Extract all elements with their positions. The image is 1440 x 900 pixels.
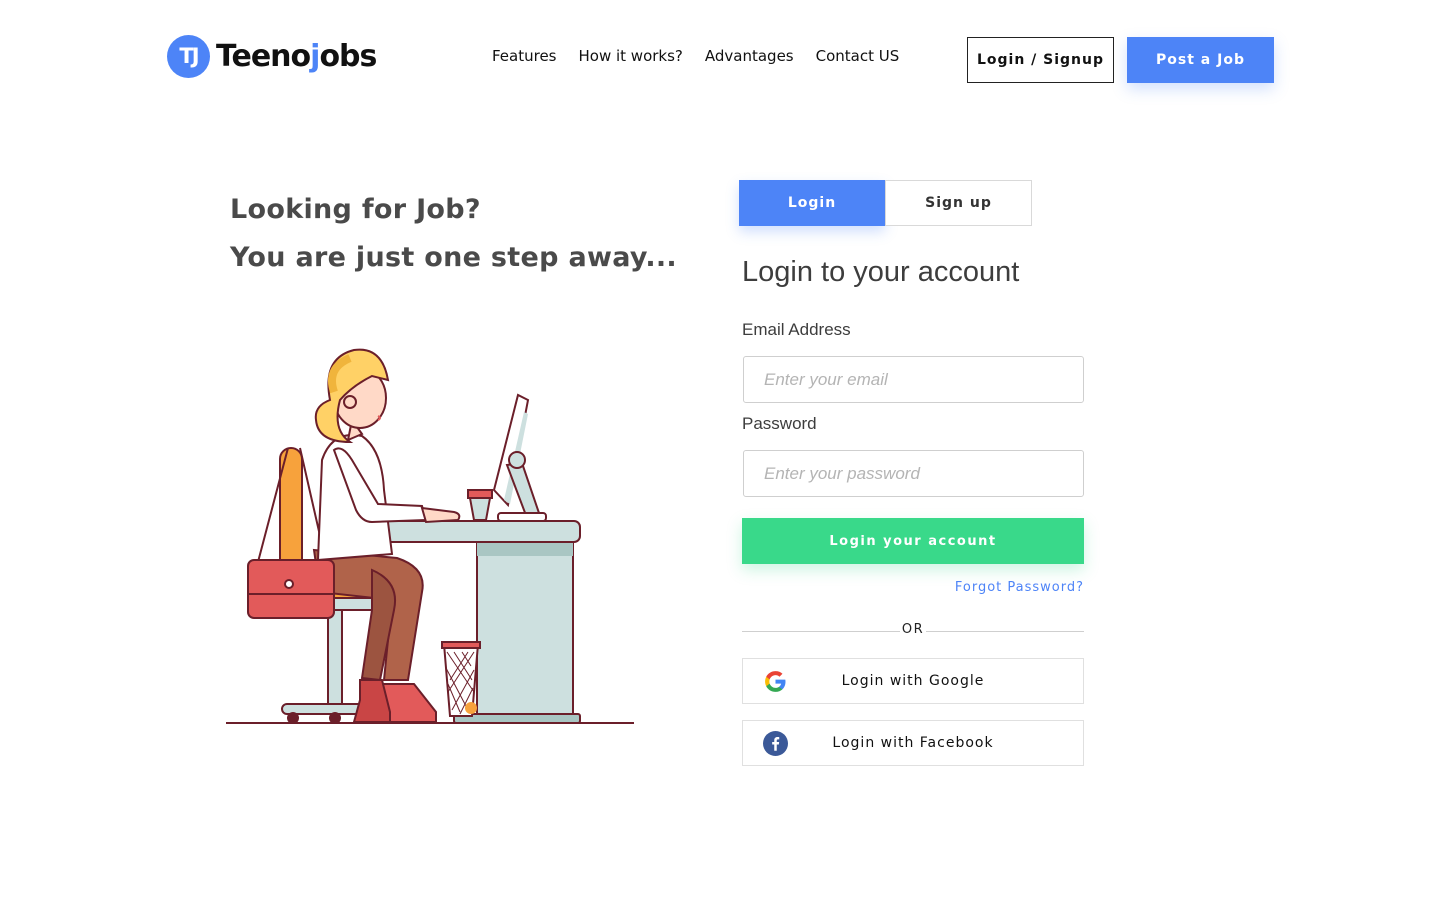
password-label: Password: [742, 414, 817, 433]
facebook-icon: [763, 731, 788, 756]
tab-login[interactable]: Login: [739, 180, 885, 226]
main-nav: Features How it works? Advantages Contac…: [492, 47, 899, 65]
hero-line-1: Looking for Job?: [230, 194, 481, 225]
login-facebook-button[interactable]: Login with Facebook: [742, 720, 1084, 766]
or-divider: OR: [742, 622, 1084, 640]
facebook-button-label: Login with Facebook: [832, 735, 994, 751]
hero-line-2: You are just one step away...: [230, 242, 677, 273]
divider-line-right: [926, 631, 1084, 632]
post-job-button[interactable]: Post a Job: [1127, 37, 1274, 83]
nav-how-it-works[interactable]: How it works?: [579, 47, 683, 65]
password-field[interactable]: [743, 450, 1084, 497]
hero-heading: Looking for Job? You are just one step a…: [230, 186, 677, 282]
email-field[interactable]: [743, 356, 1084, 403]
auth-tabs: Login Sign up: [739, 180, 1032, 226]
login-google-button[interactable]: Login with Google: [742, 658, 1084, 704]
login-submit-button[interactable]: Login your account: [742, 518, 1084, 564]
form-title: Login to your account: [742, 256, 1020, 288]
tab-signup[interactable]: Sign up: [885, 180, 1032, 226]
nav-advantages[interactable]: Advantages: [705, 47, 794, 65]
email-label: Email Address: [742, 320, 851, 339]
brand-name: Teenojobs: [216, 38, 377, 74]
login-signup-button[interactable]: Login / Signup: [967, 37, 1114, 83]
nav-contact-us[interactable]: Contact US: [816, 47, 900, 65]
google-button-label: Login with Google: [841, 673, 985, 689]
google-icon: [765, 671, 786, 692]
logo-badge: TJ: [167, 34, 210, 78]
woman-at-desk-illustration: [226, 348, 634, 724]
forgot-password-link[interactable]: Forgot Password?: [955, 580, 1084, 595]
nav-features[interactable]: Features: [492, 47, 557, 65]
or-label: OR: [901, 622, 925, 637]
brand-logo[interactable]: TJ Teenojobs: [167, 34, 377, 78]
